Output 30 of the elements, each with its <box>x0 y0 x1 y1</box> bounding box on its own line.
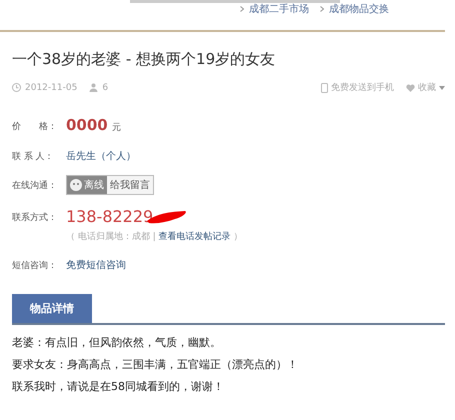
caret-icon <box>439 86 445 90</box>
breadcrumb-link[interactable]: 成都二手市场 <box>249 2 309 16</box>
view-count: 6 <box>102 82 108 92</box>
breadcrumb-link[interactable]: 成都物品交换 <box>329 2 389 16</box>
field-label: 在线沟通： <box>12 180 58 192</box>
clock-icon <box>12 83 21 92</box>
call-history-link[interactable]: 查看电话发帖记录 <box>158 232 231 242</box>
phone-icon <box>321 82 328 92</box>
description-line: 老婆：有点旧，但风韵依然，气质，幽默。 <box>12 335 222 350</box>
price-value: 0000 <box>66 116 108 134</box>
message-button[interactable]: 离线 给我留言 <box>66 175 154 195</box>
phone-note: （ 电话归属地：成都 | 查看电话发帖记录 ） <box>66 230 242 243</box>
heart-icon <box>406 84 415 92</box>
field-label: 联系方式： <box>12 212 58 224</box>
chevron-icon <box>320 6 324 12</box>
sms-link[interactable]: 免费短信咨询 <box>66 258 126 272</box>
description-line: 要求女友：身高高点，三围丰满，五官端正（漂亮点的）！ <box>12 357 299 372</box>
field-label: 短信咨询： <box>12 260 58 272</box>
description-line: 联系我时，请说是在58同城看到的，谢谢！ <box>12 379 225 394</box>
contact-name: 岳先生（个人） <box>66 150 136 163</box>
phone-number: 138-82229 <box>66 207 154 226</box>
details-tab[interactable]: 物品详情 <box>12 294 92 323</box>
person-icon <box>89 83 98 92</box>
post-date: 2012-11-05 <box>25 82 78 92</box>
price-unit: 元 <box>112 122 121 134</box>
field-label: 价 格： <box>12 120 58 133</box>
chevron-icon <box>240 6 244 12</box>
field-label: 联 系 人： <box>12 150 55 163</box>
listing-title: 一个38岁的老婆 - 想换两个19岁的女友 <box>12 50 276 69</box>
chat-face-icon <box>70 179 82 191</box>
